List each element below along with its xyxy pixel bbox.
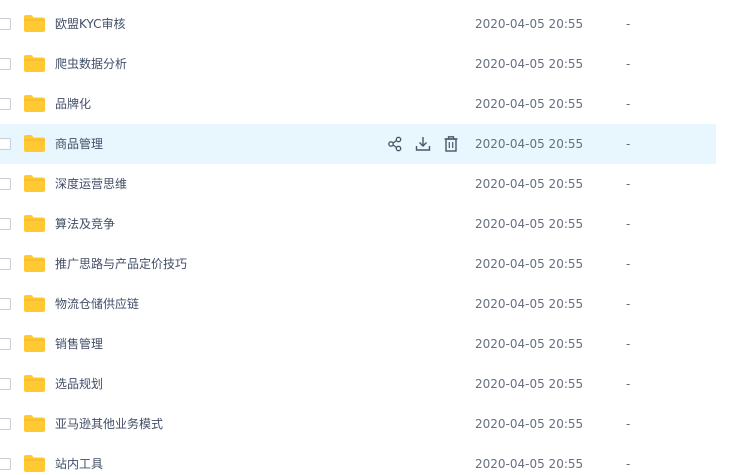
file-name[interactable]: 销售管理: [55, 324, 103, 364]
file-size: -: [626, 377, 631, 391]
folder-icon: [24, 135, 45, 152]
row-checkbox[interactable]: [0, 98, 11, 110]
share-icon[interactable]: [387, 135, 403, 153]
modified-date: 2020-04-05 20:55: [475, 177, 584, 191]
file-size: -: [626, 137, 631, 151]
file-size: -: [626, 257, 631, 271]
folder-icon: [24, 335, 45, 352]
delete-icon[interactable]: [443, 135, 459, 153]
list-item[interactable]: 深度运营思维 2020-04-05 20:55 -: [0, 164, 716, 204]
modified-date: 2020-04-05 20:55: [475, 137, 584, 151]
folder-icon: [24, 415, 45, 432]
list-item[interactable]: 爬虫数据分析 2020-04-05 20:55 -: [0, 44, 716, 84]
list-item[interactable]: 销售管理 2020-04-05 20:55 -: [0, 324, 716, 364]
list-item[interactable]: 亚马逊其他业务模式 2020-04-05 20:55 -: [0, 404, 716, 444]
file-name[interactable]: 站内工具: [55, 444, 103, 475]
file-name[interactable]: 爬虫数据分析: [55, 44, 127, 84]
modified-date: 2020-04-05 20:55: [475, 337, 584, 351]
modified-date: 2020-04-05 20:55: [475, 217, 584, 231]
list-item[interactable]: 物流仓储供应链 2020-04-05 20:55 -: [0, 284, 716, 324]
file-name[interactable]: 欧盟KYC审核: [55, 4, 126, 44]
folder-icon: [24, 455, 45, 472]
file-name[interactable]: 品牌化: [55, 84, 91, 124]
modified-date: 2020-04-05 20:55: [475, 257, 584, 271]
modified-date: 2020-04-05 20:55: [475, 377, 584, 391]
folder-icon: [24, 95, 45, 112]
modified-date: 2020-04-05 20:55: [475, 457, 584, 471]
file-name[interactable]: 亚马逊其他业务模式: [55, 404, 163, 444]
modified-date: 2020-04-05 20:55: [475, 97, 584, 111]
file-size: -: [626, 417, 631, 431]
list-item[interactable]: 算法及竞争 2020-04-05 20:55 -: [0, 204, 716, 244]
modified-date: 2020-04-05 20:55: [475, 57, 584, 71]
file-name[interactable]: 商品管理: [55, 124, 103, 164]
modified-date: 2020-04-05 20:55: [475, 17, 584, 31]
file-size: -: [626, 457, 631, 471]
folder-icon: [24, 295, 45, 312]
file-list: 欧盟KYC审核 2020-04-05 20:55 - 爬虫数据分析 2020-0…: [0, 0, 747, 475]
file-size: -: [626, 297, 631, 311]
row-checkbox[interactable]: [0, 298, 11, 310]
modified-date: 2020-04-05 20:55: [475, 297, 584, 311]
file-size: -: [626, 177, 631, 191]
file-size: -: [626, 337, 631, 351]
folder-icon: [24, 215, 45, 232]
file-name[interactable]: 选品规划: [55, 364, 103, 404]
file-name[interactable]: 推广思路与产品定价技巧: [55, 244, 187, 284]
row-checkbox[interactable]: [0, 18, 11, 30]
row-checkbox[interactable]: [0, 258, 11, 270]
row-checkbox[interactable]: [0, 218, 11, 230]
download-icon[interactable]: [415, 135, 431, 153]
file-size: -: [626, 97, 631, 111]
file-name[interactable]: 物流仓储供应链: [55, 284, 139, 324]
folder-icon: [24, 55, 45, 72]
file-size: -: [626, 217, 631, 231]
folder-icon: [24, 15, 45, 32]
folder-icon: [24, 175, 45, 192]
folder-icon: [24, 255, 45, 272]
list-item[interactable]: 推广思路与产品定价技巧 2020-04-05 20:55 -: [0, 244, 716, 284]
file-name[interactable]: 算法及竞争: [55, 204, 115, 244]
list-item[interactable]: 站内工具 2020-04-05 20:55 -: [0, 444, 716, 475]
row-checkbox[interactable]: [0, 378, 11, 390]
folder-icon: [24, 375, 45, 392]
row-checkbox[interactable]: [0, 418, 11, 430]
row-checkbox[interactable]: [0, 338, 11, 350]
row-checkbox[interactable]: [0, 178, 11, 190]
file-size: -: [626, 17, 631, 31]
file-size: -: [626, 57, 631, 71]
row-checkbox[interactable]: [0, 458, 11, 470]
list-item[interactable]: 选品规划 2020-04-05 20:55 -: [0, 364, 716, 404]
row-checkbox[interactable]: [0, 58, 11, 70]
modified-date: 2020-04-05 20:55: [475, 417, 584, 431]
file-name[interactable]: 深度运营思维: [55, 164, 127, 204]
list-item[interactable]: 欧盟KYC审核 2020-04-05 20:55 -: [0, 4, 716, 44]
row-checkbox[interactable]: [0, 138, 11, 150]
list-item-hovered[interactable]: 商品管理 2020-04-05 20:55 -: [0, 124, 716, 164]
list-item[interactable]: 品牌化 2020-04-05 20:55 -: [0, 84, 716, 124]
